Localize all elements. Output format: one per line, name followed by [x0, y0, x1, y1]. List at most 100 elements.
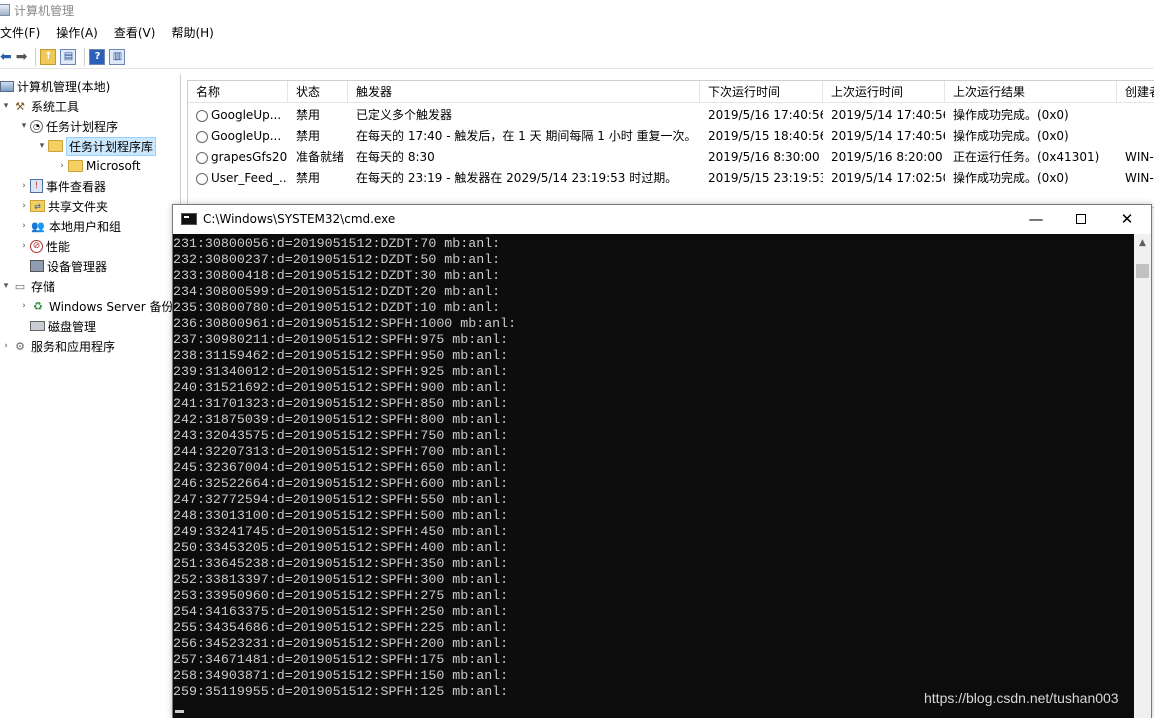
tree-item-shared-folders[interactable]: › ⇄ 共享文件夹: [18, 196, 108, 216]
menu-help[interactable]: 帮助(H): [171, 24, 221, 41]
console-line: 238:31159462:d=2019051512:SPFH:950 mb:an…: [173, 348, 509, 363]
storage-icon: ▭: [14, 279, 26, 293]
maximize-button[interactable]: [1058, 205, 1104, 233]
chevron-right-icon[interactable]: ›: [18, 181, 30, 191]
table-row[interactable]: GoogleUp... 禁用 在每天的 17:40 - 触发后，在 1 天 期间…: [188, 126, 1154, 147]
mmc-title: 计算机管理: [14, 3, 75, 18]
table-row[interactable]: GoogleUp... 禁用 已定义多个触发器 2019/5/16 17:40:…: [188, 105, 1154, 126]
console-line: 248:33013100:d=2019051512:SPFH:500 mb:an…: [173, 508, 509, 523]
tree-item-microsoft[interactable]: › Microsoft: [56, 156, 140, 176]
cmd-title-bar[interactable]: C:\Windows\SYSTEM32\cmd.exe — ✕: [173, 205, 1151, 233]
computer-management-icon: [0, 4, 10, 16]
chevron-right-icon[interactable]: ›: [18, 201, 30, 211]
console-line: 247:32772594:d=2019051512:SPFH:550 mb:an…: [173, 492, 509, 507]
toolbar-separator: [35, 47, 37, 66]
tree-item-local-users-groups[interactable]: › 👥 本地用户和组: [18, 216, 121, 236]
tree-item-task-scheduler-library[interactable]: ▾ 任务计划程序库: [36, 136, 157, 156]
tree-item-label: Windows Server 备份: [49, 299, 174, 314]
minimize-icon: —: [1028, 210, 1044, 228]
menu-bar: 文件(F) 操作(A) 查看(V) 帮助(H): [0, 22, 1154, 42]
tree-item-task-scheduler[interactable]: ▾ ◔ 任务计划程序: [18, 116, 118, 136]
tree-item-performance[interactable]: › ⊘ 性能: [18, 236, 70, 256]
console-line: 235:30800780:d=2019051512:DZDT:10 mb:anl…: [173, 300, 501, 315]
table-row[interactable]: User_Feed_... 禁用 在每天的 23:19 - 触发器在 2029/…: [188, 168, 1154, 189]
cell-last-result: 操作成功完成。(0x0): [953, 108, 1069, 122]
tree-item-storage[interactable]: ▾ ▭ 存储: [0, 276, 55, 296]
console-line: 232:30800237:d=2019051512:DZDT:50 mb:anl…: [173, 252, 501, 267]
column-header-last-run[interactable]: 上次运行时间: [823, 81, 945, 103]
tree-item-services-applications[interactable]: › ⚙ 服务和应用程序: [0, 336, 115, 356]
cell-next-run: 2019/5/15 23:19:53: [708, 171, 823, 185]
tree-item-label: 性能: [46, 239, 71, 254]
shared-folder-icon: ⇄: [30, 200, 45, 212]
cell-trigger: 在每天的 8:30: [356, 150, 435, 164]
task-list: 名称 状态 触发器 下次运行时间 上次运行时间 上次运行结果 创建者 Googl…: [187, 80, 1154, 208]
show-hide-tree-button[interactable]: ▤: [60, 47, 77, 67]
tree-item-disk-management[interactable]: 磁盘管理: [18, 316, 96, 336]
chevron-down-icon[interactable]: ▾: [0, 101, 12, 111]
minimize-button[interactable]: —: [1013, 205, 1059, 233]
column-header-name[interactable]: 名称: [188, 81, 288, 103]
chevron-right-icon[interactable]: ›: [0, 341, 12, 351]
tree-item-device-manager[interactable]: 设备管理器: [18, 256, 107, 276]
task-name: grapesGfs20: [211, 150, 288, 164]
column-header-last-result[interactable]: 上次运行结果: [945, 81, 1117, 103]
column-header-trigger[interactable]: 触发器: [348, 81, 700, 103]
tree-item-system-tools[interactable]: ▾ ⚒ 系统工具: [0, 96, 79, 116]
console-line: 253:33950960:d=2019051512:SPFH:275 mb:an…: [173, 588, 509, 603]
console-scrollbar[interactable]: ▲: [1134, 234, 1151, 718]
chevron-right-icon[interactable]: ›: [56, 161, 68, 171]
scroll-up-arrow-icon[interactable]: ▲: [1134, 234, 1151, 251]
chevron-down-icon[interactable]: ▾: [0, 281, 12, 291]
cell-trigger: 在每天的 17:40 - 触发后，在 1 天 期间每隔 1 小时 重复一次。: [356, 129, 697, 143]
help-button[interactable]: ?: [89, 47, 106, 67]
chevron-down-icon[interactable]: ▾: [36, 141, 48, 151]
menu-file[interactable]: 文件(F): [0, 24, 48, 41]
event-viewer-icon: !: [30, 179, 43, 193]
cell-last-run: 2019/5/14 17:02:50: [831, 171, 945, 185]
up-folder-button[interactable]: ↑: [40, 47, 57, 67]
chevron-right-icon[interactable]: ›: [18, 301, 30, 311]
text-cursor: [175, 710, 184, 713]
table-row[interactable]: grapesGfs20 准备就绪 在每天的 8:30 2019/5/16 8:3…: [188, 147, 1154, 168]
tools-icon: ⚒: [15, 99, 25, 113]
chevron-down-icon[interactable]: ▾: [18, 121, 30, 131]
cell-author: WIN-: [1125, 171, 1154, 185]
menu-action[interactable]: 操作(A): [56, 24, 106, 41]
tree-item-computer-management[interactable]: 计算机管理(本地): [0, 76, 110, 96]
tree-item-windows-server-backup[interactable]: › ♻ Windows Server 备份: [18, 296, 174, 316]
console-line: 256:34523231:d=2019051512:SPFH:200 mb:an…: [173, 636, 509, 651]
chevron-right-icon[interactable]: ›: [18, 221, 30, 231]
back-arrow-icon[interactable]: ⬅: [0, 47, 12, 67]
console-line: 249:33241745:d=2019051512:SPFH:450 mb:an…: [173, 524, 509, 539]
console-line: 243:32043575:d=2019051512:SPFH:750 mb:an…: [173, 428, 509, 443]
action-pane-icon: ▥: [109, 48, 126, 65]
tree-item-label: 存储: [31, 279, 56, 294]
column-header-next-run[interactable]: 下次运行时间: [700, 81, 823, 103]
menu-view[interactable]: 查看(V): [114, 24, 164, 41]
task-icon: [196, 151, 208, 164]
cell-last-run: 2019/5/16 8:20:00: [831, 150, 943, 164]
tree-item-label: 设备管理器: [47, 259, 108, 274]
cell-name: GoogleUp...: [188, 126, 288, 147]
console-output[interactable]: 231:30800056:d=2019051512:DZDT:70 mb:anl…: [173, 234, 1134, 718]
close-button[interactable]: ✕: [1104, 205, 1150, 233]
show-hide-action-pane-button[interactable]: ▥: [109, 47, 126, 67]
task-name: User_Feed_...: [211, 171, 288, 185]
tree-item-event-viewer[interactable]: › ! 事件查看器: [18, 176, 106, 196]
cell-next-run: 2019/5/15 18:40:56: [708, 129, 823, 143]
scrollbar-thumb[interactable]: [1136, 264, 1149, 278]
console-line: 231:30800056:d=2019051512:DZDT:70 mb:anl…: [173, 236, 501, 251]
console-line: 240:31521692:d=2019051512:SPFH:900 mb:an…: [173, 380, 509, 395]
cell-trigger: 在每天的 23:19 - 触发器在 2029/5/14 23:19:53 时过期…: [356, 171, 678, 185]
users-icon: 👥: [31, 219, 45, 233]
forward-arrow-icon[interactable]: ➡: [16, 47, 28, 67]
task-icon: [196, 130, 208, 143]
task-list-header: 名称 状态 触发器 下次运行时间 上次运行时间 上次运行结果 创建者: [188, 81, 1154, 103]
cell-status: 禁用: [296, 108, 321, 122]
disk-icon: [30, 321, 45, 331]
column-header-author[interactable]: 创建者: [1117, 81, 1154, 103]
cell-author: [1117, 105, 1154, 126]
chevron-right-icon[interactable]: ›: [18, 241, 30, 251]
column-header-status[interactable]: 状态: [288, 81, 348, 103]
